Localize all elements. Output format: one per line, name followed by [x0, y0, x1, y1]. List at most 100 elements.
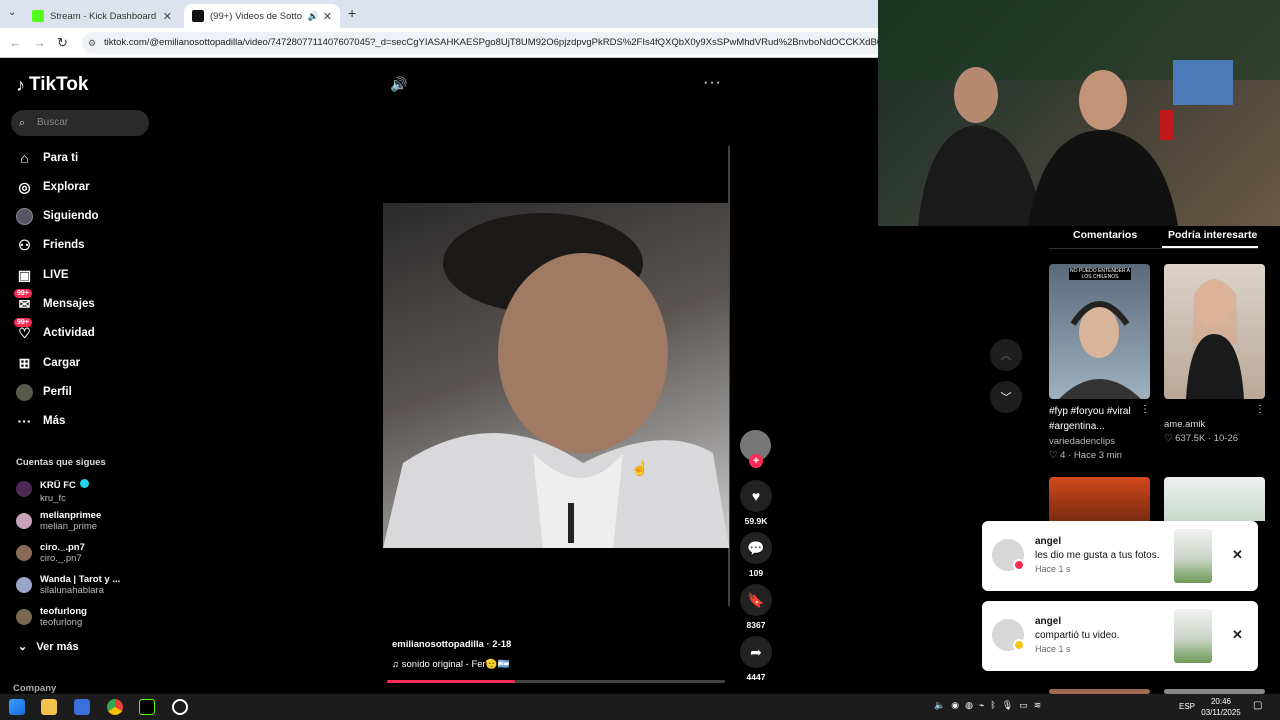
compass-icon: ◎ [18, 178, 31, 195]
video-author[interactable]: emilianosottopadilla · 2-18 [392, 639, 511, 650]
nav-item-mas[interactable]: ··· Más [16, 410, 66, 432]
following-account[interactable]: melianprimee melian_prime [16, 507, 101, 535]
more-options-icon[interactable]: ··· [703, 74, 722, 92]
browser-tab-kick[interactable]: Stream - Kick Dashboard ✕ [24, 4, 180, 28]
notification-toast[interactable]: angel les dio me gusta a tus fotos. Hace… [982, 521, 1258, 591]
notification-thumb [1174, 529, 1212, 583]
like-count: 59.9K [744, 516, 768, 526]
nav-item-cargar[interactable]: ⊞ Cargar [16, 352, 80, 374]
nav-item-siguiendo[interactable]: Siguiendo [16, 205, 99, 227]
clock-time: 20:46 [1210, 697, 1232, 706]
microphone-icon[interactable]: 🎙 [1002, 700, 1013, 711]
battery-icon[interactable]: ▭ [1019, 700, 1028, 711]
music-note-icon: ♫ [392, 659, 400, 670]
more-icon: ··· [17, 413, 32, 429]
windows-taskbar [0, 694, 1280, 720]
back-icon[interactable]: ← [9, 35, 22, 50]
video-player[interactable] [383, 203, 729, 548]
close-icon[interactable]: ✕ [1232, 547, 1243, 563]
nav-label: Explorar [43, 181, 90, 193]
kick-app-icon[interactable] [139, 699, 155, 715]
previous-video-button[interactable]: ︿ [990, 339, 1022, 371]
more-vertical-icon[interactable]: ⋮ [1140, 404, 1150, 415]
nav-label: Para ti [43, 152, 79, 164]
nav-item-mensajes[interactable]: ✉ 99+ Mensajes [14, 288, 95, 315]
close-tab-icon[interactable]: ✕ [163, 10, 172, 23]
search-input[interactable]: ⌕ Buscar [11, 110, 149, 136]
suggested-video-thumb[interactable] [1164, 264, 1265, 399]
speaker-icon[interactable]: 🔈 [934, 700, 945, 711]
follow-plus-button[interactable]: + [749, 454, 763, 468]
tab-comments[interactable]: Comentarios [1073, 229, 1137, 241]
activity-badge: 99+ [14, 317, 32, 327]
reload-icon[interactable]: ↻ [57, 35, 68, 51]
more-vertical-icon[interactable]: ⋮ [1255, 404, 1265, 415]
kick-favicon-icon [32, 10, 44, 22]
network-icon[interactable]: ⌁ [979, 700, 984, 711]
obs-icon[interactable] [172, 699, 188, 715]
suggested-user[interactable]: ame.amik [1164, 419, 1205, 430]
see-more-button[interactable]: ⌄ Ver más [18, 640, 79, 653]
nav-item-friends[interactable]: ⚇ Friends [16, 234, 84, 256]
company-link[interactable]: Company [13, 683, 56, 694]
notification-toast[interactable]: angel compartió tu video. Hace 1 s ✕ [982, 601, 1258, 671]
avatar [16, 609, 32, 625]
next-video-button[interactable]: ﹀ [990, 381, 1022, 413]
nav-item-actividad[interactable]: ♡ 99+ Actividad [14, 317, 95, 344]
notification-center-icon[interactable]: ▢ [1253, 700, 1262, 711]
suggested-likes: 4 [1060, 450, 1066, 461]
account-name: KRÜ FC [40, 479, 76, 491]
site-info-icon[interactable]: ⚙ [88, 32, 96, 54]
suggested-video-thumb[interactable] [1164, 477, 1265, 521]
thumb-image [1186, 279, 1244, 399]
nav-item-para-ti[interactable]: ⌂ Para ti [16, 147, 78, 169]
like-button[interactable]: ♥ [740, 480, 772, 512]
nav-item-perfil[interactable]: Perfil [16, 381, 72, 403]
suggested-video-thumb[interactable]: NO PUEDO ENTENDER A LOS CHILENOS [1049, 264, 1150, 399]
app-icon[interactable] [74, 699, 90, 715]
new-tab-button[interactable]: + [348, 5, 356, 21]
tab-suggested[interactable]: Podría interesarte [1168, 229, 1257, 241]
video-progress-bar[interactable] [387, 680, 725, 683]
notification-text: les dio me gusta a tus fotos. [1035, 550, 1160, 561]
browser-tab-tiktok[interactable]: (99+) Videos de Sotto (@emiliano 🔊 ✕ [184, 4, 340, 28]
taskbar-clock[interactable]: 20:46 03/11/2025 [1196, 696, 1246, 718]
avatar [16, 481, 32, 497]
close-icon[interactable]: ✕ [1232, 627, 1243, 643]
avatar [16, 577, 32, 593]
following-account[interactable]: Wanda | Tarot y ... silalunahablara [16, 571, 120, 599]
input-language[interactable]: ESP [1179, 702, 1195, 711]
heart-outline-icon: ♡ [1049, 450, 1058, 461]
comment-button[interactable]: 💬 [740, 532, 772, 564]
share-button[interactable]: ➦ [740, 636, 772, 668]
suggested-caption[interactable]: #fyp #foryou #viral #argentina... [1049, 404, 1144, 434]
nav-item-explorar[interactable]: ◎ Explorar [16, 176, 90, 198]
chrome-icon[interactable] [107, 699, 123, 715]
tray-app-icon[interactable]: ◍ [965, 700, 973, 711]
search-placeholder: Buscar [37, 117, 69, 128]
steam-icon[interactable]: ◉ [951, 700, 959, 711]
wifi-icon[interactable]: ≋ [1034, 700, 1042, 711]
video-sound[interactable]: ♫ sonido original - Fer🫡🇦🇷 [392, 659, 509, 670]
following-account[interactable]: KRÜ FC kru_fc [16, 475, 90, 504]
url-field[interactable]: ⚙ tiktok.com/@emilianosottopadilla/video… [82, 32, 878, 54]
volume-icon[interactable]: 🔊 [390, 76, 407, 93]
comment-count: 109 [748, 568, 764, 578]
comment-icon: 💬 [747, 539, 765, 556]
suggested-user[interactable]: variedadenclips [1049, 436, 1115, 447]
close-tab-icon[interactable]: ✕ [323, 10, 332, 23]
save-button[interactable]: 🔖 [740, 584, 772, 616]
nav-item-live[interactable]: ▣ LIVE [16, 264, 69, 286]
following-account[interactable]: ciro._.pn7 ciro._.pn7 [16, 539, 85, 567]
account-handle: kru_fc [40, 492, 66, 504]
file-explorer-icon[interactable] [41, 699, 57, 715]
windows-start-icon[interactable] [9, 699, 25, 715]
bluetooth-icon[interactable]: ᛒ [990, 700, 995, 711]
forward-icon[interactable]: → [33, 35, 46, 50]
tab-list-chevron-icon[interactable]: ⌄ [8, 7, 16, 18]
tab-title: Stream - Kick Dashboard [50, 10, 157, 22]
tab-audio-icon[interactable]: 🔊 [308, 11, 319, 22]
suggested-video-thumb[interactable] [1049, 477, 1150, 521]
following-account[interactable]: teofurlong teofurlong [16, 603, 87, 631]
tiktok-logo[interactable]: ♪ TikTok [16, 74, 88, 96]
